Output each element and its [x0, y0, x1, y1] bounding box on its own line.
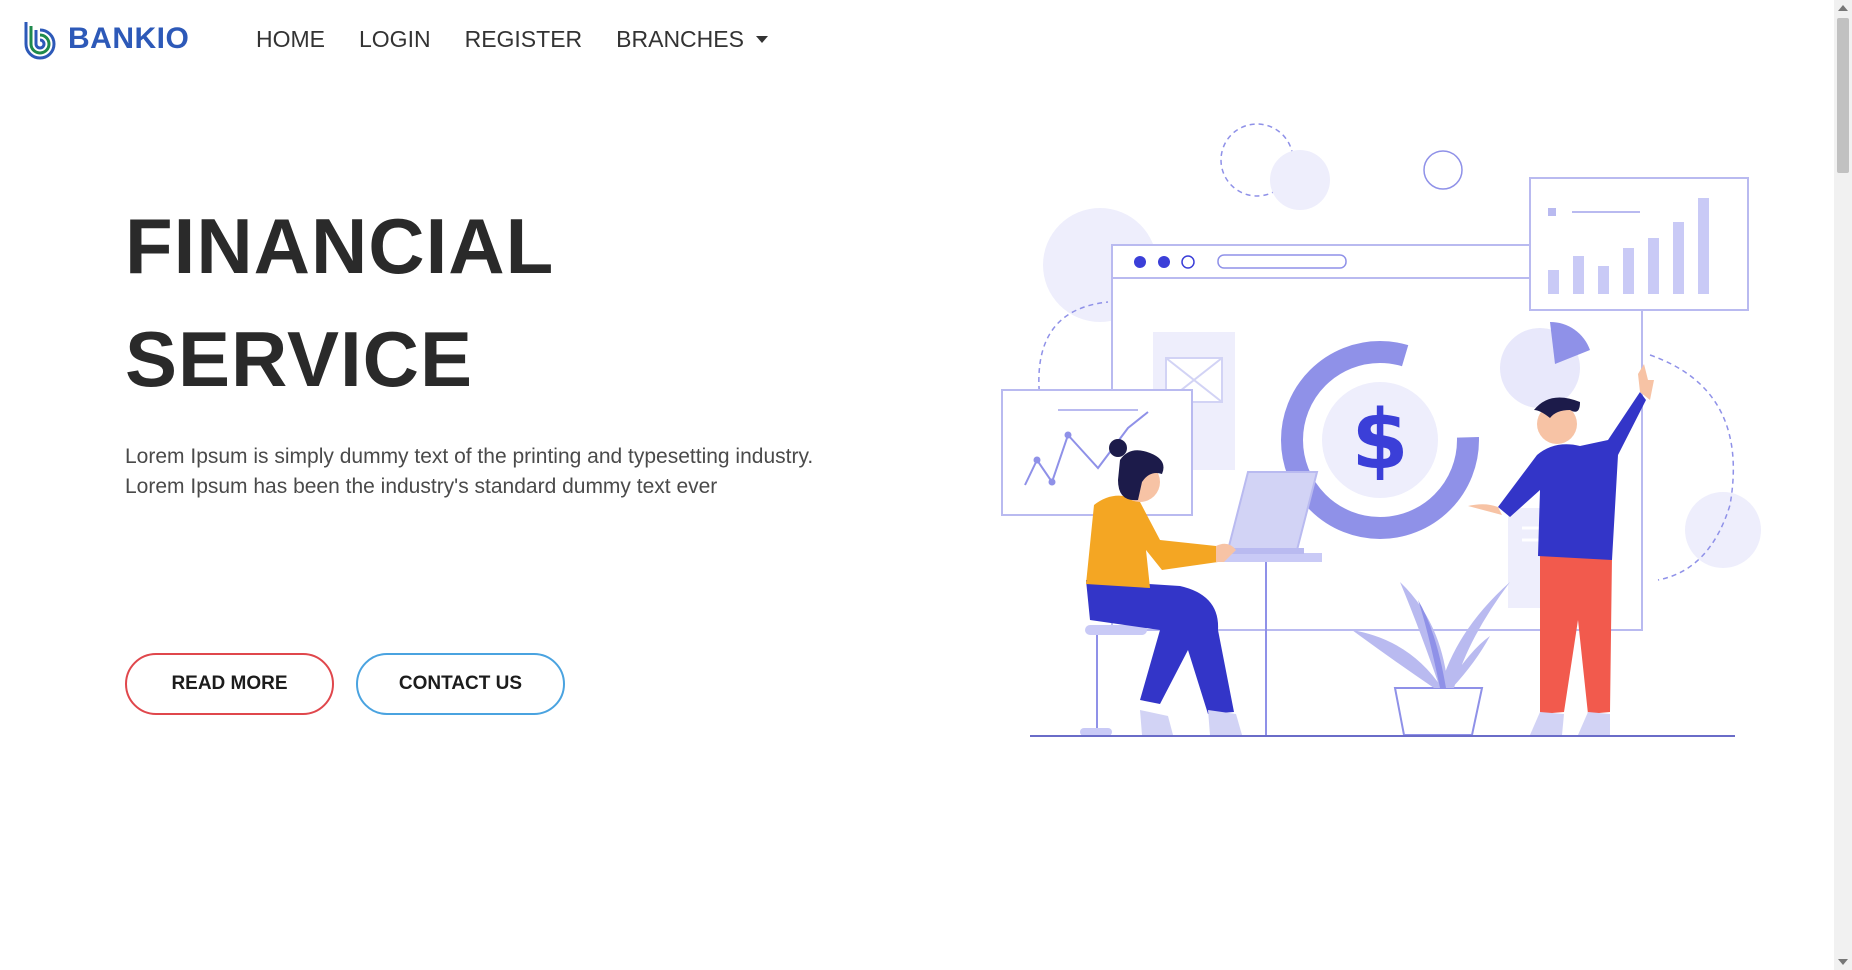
hero-description: Lorem Ipsum is simply dummy text of the … — [125, 445, 814, 498]
scroll-down-arrow-icon[interactable] — [1838, 959, 1848, 965]
man-pants — [1540, 552, 1612, 714]
financial-service-illustration: $ — [1001, 123, 1761, 737]
bar-chart-card — [1529, 177, 1749, 311]
hero-title-line2: SERVICE — [125, 315, 474, 403]
read-more-button[interactable]: READ MORE — [125, 653, 334, 715]
caret-down-icon — [755, 36, 768, 43]
vertical-scrollbar[interactable] — [1834, 0, 1852, 970]
brand-logo[interactable]: BANKIO — [20, 18, 189, 60]
scroll-thumb[interactable] — [1837, 18, 1849, 173]
contact-us-button[interactable]: CONTACT US — [356, 653, 565, 715]
dollar-symbol: $ — [1351, 393, 1408, 488]
nav-login[interactable]: LOGIN — [359, 26, 431, 53]
nav-register[interactable]: REGISTER — [465, 26, 583, 53]
hero-title-line1: FINANCIAL — [125, 202, 555, 290]
nav-branches-dropdown[interactable]: BRANCHES — [616, 26, 768, 53]
bankio-logo-icon — [24, 22, 56, 60]
nav-home[interactable]: HOME — [256, 26, 325, 53]
brand-name: BANKIO — [68, 22, 190, 55]
bg-circle-right — [1685, 492, 1761, 568]
nav-branches-label: BRANCHES — [616, 26, 744, 52]
plant-pot — [1393, 687, 1484, 736]
scroll-up-arrow-icon[interactable] — [1838, 5, 1848, 11]
line-chart-card — [1001, 389, 1193, 516]
bg-circle-outline — [1423, 150, 1463, 190]
main-nav: HOME LOGIN REGISTER BRANCHES — [256, 26, 768, 53]
bg-circle-small — [1270, 150, 1330, 210]
navbar: BANKIO HOME LOGIN REGISTER BRANCHES — [0, 0, 1834, 80]
hero-title: FINANCIAL SERVICE — [125, 190, 825, 416]
